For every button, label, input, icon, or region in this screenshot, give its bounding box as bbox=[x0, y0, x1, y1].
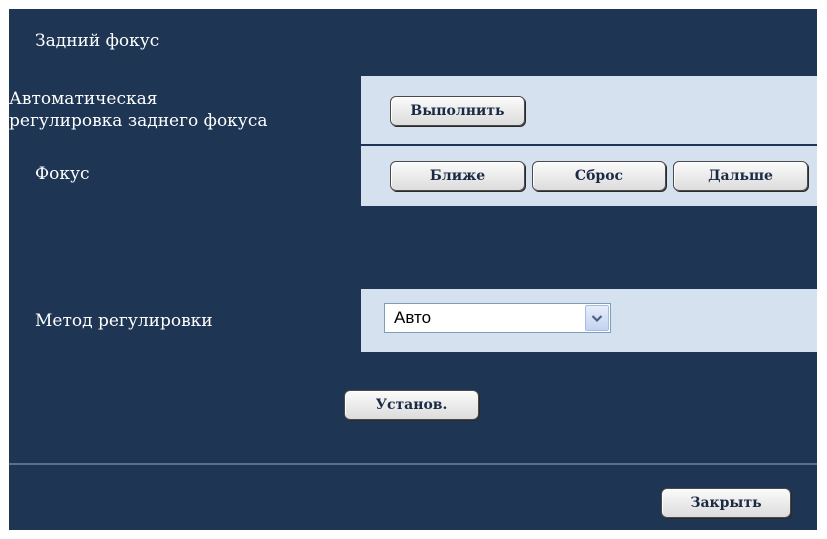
auto-focus-row: Автоматическая регулировка заднего фокус… bbox=[9, 76, 817, 144]
close-button[interactable]: Закрыть bbox=[661, 488, 791, 518]
auto-focus-label-line2: регулировка заднего фокуса bbox=[9, 111, 268, 131]
focus-label: Фокус bbox=[35, 164, 90, 184]
adjust-method-value: Авто bbox=[394, 308, 432, 327]
chevron-down-icon[interactable] bbox=[585, 305, 609, 331]
auto-focus-label-line1: Автоматическая bbox=[9, 89, 158, 109]
page-title: Задний фокус bbox=[35, 31, 160, 51]
reset-button[interactable]: Сброс bbox=[532, 161, 666, 191]
execute-button[interactable]: Выполнить bbox=[390, 96, 525, 126]
adjust-method-cell: Авто bbox=[361, 289, 817, 352]
back-focus-panel: Задний фокус Автоматическая регулировка … bbox=[9, 9, 817, 530]
set-button[interactable]: Установ. bbox=[344, 390, 479, 420]
adjust-method-label: Метод регулировки bbox=[35, 311, 213, 331]
panel-header: Задний фокус bbox=[9, 9, 817, 74]
adjust-method-row: Метод регулировки Авто bbox=[9, 289, 817, 352]
auto-focus-label: Автоматическая регулировка заднего фокус… bbox=[9, 88, 359, 132]
auto-focus-cell: Выполнить bbox=[361, 76, 817, 144]
divider bbox=[9, 463, 817, 465]
near-button[interactable]: Ближе bbox=[390, 161, 525, 191]
adjust-method-select[interactable]: Авто bbox=[384, 303, 611, 333]
far-button[interactable]: Дальше bbox=[673, 161, 808, 191]
focus-row: Фокус Ближе Сброс Дальше bbox=[9, 146, 817, 206]
focus-cell: Ближе Сброс Дальше bbox=[361, 146, 817, 206]
